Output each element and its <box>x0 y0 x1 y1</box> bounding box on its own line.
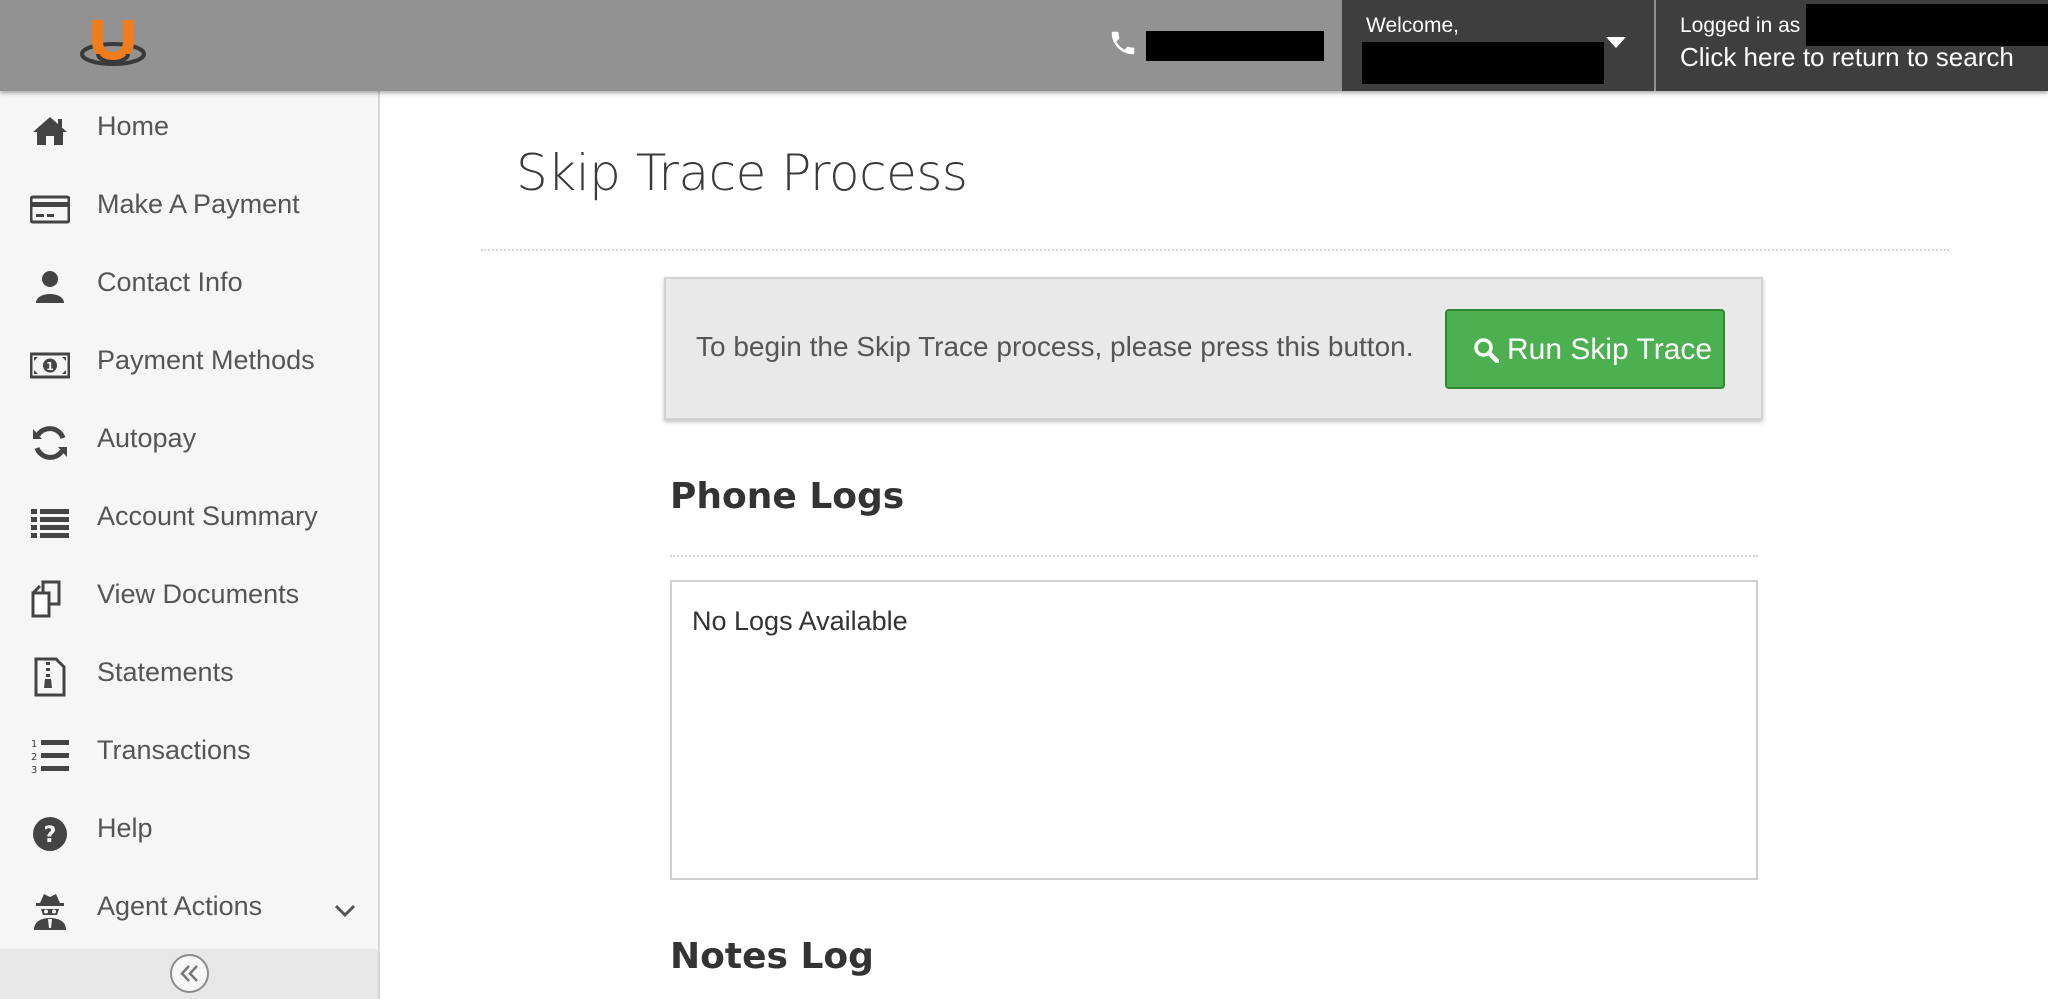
run-skip-trace-label: Run Skip Trace <box>1507 333 1713 366</box>
title-divider <box>481 249 1949 251</box>
return-to-search-label: Click here to return to search <box>1680 42 2014 72</box>
sidebar-item-payment-methods[interactable]: 1 Payment Methods <box>0 325 378 403</box>
phone-icon <box>1111 31 1135 55</box>
sidebar-item-autopay[interactable]: Autopay <box>0 403 378 481</box>
user-menu-dropdown[interactable]: Welcome, <box>1342 0 1654 91</box>
top-header: Welcome, Logged in as Click here to retu… <box>0 0 2048 91</box>
sidebar-item-label: Account Summary <box>97 501 318 531</box>
file-zip-icon <box>34 657 66 697</box>
list-icon <box>31 509 69 538</box>
sidebar-item-contact-info[interactable]: Contact Info <box>0 247 378 325</box>
sidebar-item-label: Home <box>97 111 170 141</box>
skip-trace-panel: To begin the Skip Trace process, please … <box>664 277 1763 420</box>
svg-text:1: 1 <box>31 739 37 750</box>
user-icon <box>36 271 64 303</box>
double-chevron-left-icon <box>180 965 198 982</box>
phone-logs-title: Phone Logs <box>670 476 905 517</box>
money-icon: 1 <box>30 352 70 379</box>
sidebar-item-label: Contact Info <box>97 267 243 297</box>
sidebar-item-account-summary[interactable]: Account Summary <box>0 481 378 559</box>
notes-log-title: Notes Log <box>670 936 874 977</box>
u-logo-icon[interactable] <box>80 16 146 68</box>
help-icon: ? <box>33 817 67 851</box>
caret-down-icon <box>1606 37 1626 48</box>
collapse-sidebar-button[interactable] <box>170 954 209 993</box>
sidebar-collapse-bar <box>0 949 378 999</box>
svg-text:2: 2 <box>31 752 37 763</box>
sidebar-item-label: Payment Methods <box>97 345 315 375</box>
welcome-label: Welcome, <box>1366 14 1459 37</box>
phone-logs-box: No Logs Available <box>670 580 1758 880</box>
redacted-logged-in-user <box>1806 4 2048 46</box>
ordered-list-icon: 1 2 3 <box>31 739 69 775</box>
sidebar-item-agent-actions[interactable]: Agent Actions <box>0 871 378 949</box>
skip-trace-prompt: To begin the Skip Trace process, please … <box>696 331 1414 362</box>
redacted-user-name <box>1362 42 1604 84</box>
svg-text:1: 1 <box>46 360 54 373</box>
return-to-search-link[interactable]: Logged in as Click here to return to sea… <box>1656 0 2048 91</box>
sidebar-item-home[interactable]: Home <box>0 91 378 169</box>
user-secret-icon <box>34 894 66 930</box>
page-title: Skip Trace Process <box>516 144 968 202</box>
logged-in-label: Logged in as <box>1680 14 1801 37</box>
sidebar-nav: Home Make A Payment Contact Info 1 Payme… <box>0 91 380 999</box>
redacted-phone-number <box>1146 31 1324 61</box>
sidebar-item-statements[interactable]: Statements <box>0 637 378 715</box>
chevron-down-icon[interactable] <box>333 899 357 923</box>
home-icon <box>33 117 67 145</box>
svg-text:3: 3 <box>31 765 37 775</box>
sidebar-item-label: Autopay <box>97 423 197 453</box>
sidebar-item-help[interactable]: ? Help <box>0 793 378 871</box>
credit-card-icon <box>30 195 70 224</box>
sidebar-item-label: Agent Actions <box>97 891 263 921</box>
sidebar-item-label: View Documents <box>97 579 300 609</box>
documents-icon <box>31 580 61 618</box>
sidebar-item-label: Help <box>97 813 153 843</box>
sidebar-item-label: Transactions <box>97 735 251 765</box>
search-icon <box>1474 338 1499 363</box>
phone-logs-empty-message: No Logs Available <box>692 606 908 636</box>
sidebar-item-make-a-payment[interactable]: Make A Payment <box>0 169 378 247</box>
svg-text:?: ? <box>44 823 57 848</box>
sidebar-item-label: Make A Payment <box>97 189 300 219</box>
sidebar-item-label: Statements <box>97 657 234 687</box>
sidebar-item-view-documents[interactable]: View Documents <box>0 559 378 637</box>
sidebar-item-transactions[interactable]: 1 2 3 Transactions <box>0 715 378 793</box>
phone-logs-divider <box>670 555 1758 557</box>
run-skip-trace-button[interactable]: Run Skip Trace <box>1445 309 1725 389</box>
refresh-icon <box>33 426 67 460</box>
